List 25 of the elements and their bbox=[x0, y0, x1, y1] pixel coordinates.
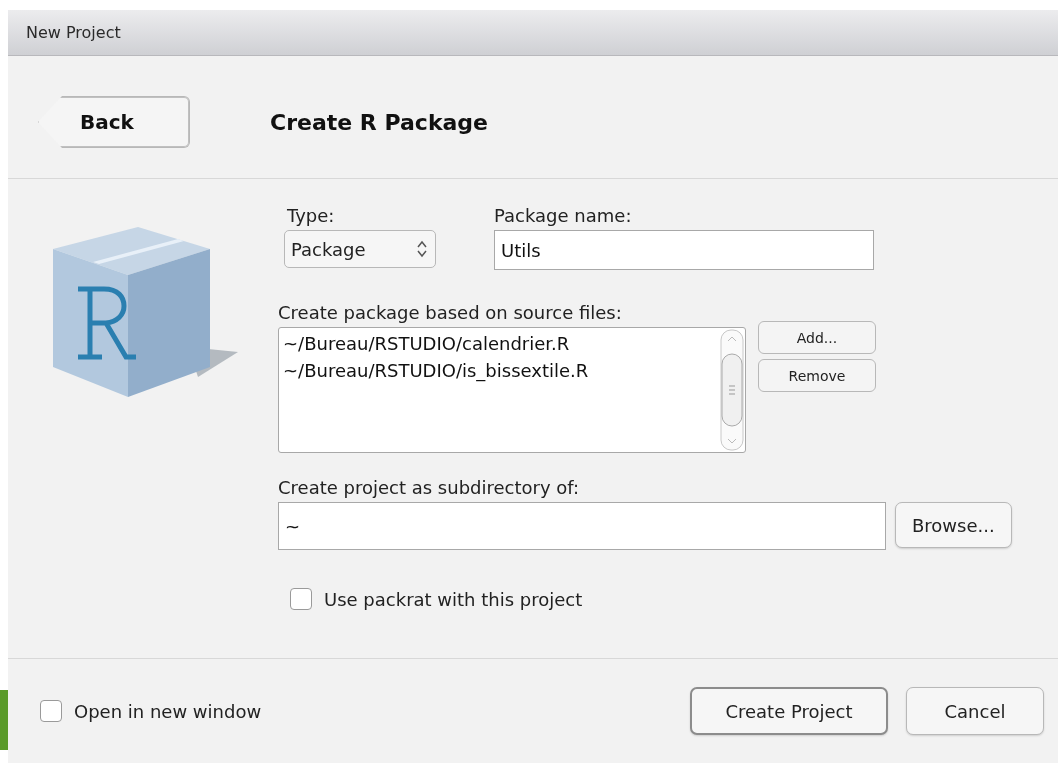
stepper-icon bbox=[417, 240, 427, 258]
scrollbar[interactable] bbox=[719, 328, 745, 452]
browse-button[interactable]: Browse... bbox=[895, 502, 1012, 548]
add-button[interactable]: Add... bbox=[758, 321, 876, 354]
checkbox-label: Use packrat with this project bbox=[324, 588, 583, 610]
create-project-button[interactable]: Create Project bbox=[690, 687, 888, 735]
field-label: Create project as subdirectory of: bbox=[278, 477, 581, 498]
field-label: Create package based on source files: bbox=[278, 302, 623, 323]
back-button[interactable]: Back bbox=[38, 96, 190, 148]
remove-button[interactable]: Remove bbox=[758, 359, 876, 392]
directory-field[interactable]: ~ bbox=[278, 502, 886, 550]
package-name-field[interactable]: Utils bbox=[494, 230, 874, 270]
list-item[interactable]: ~/Bureau/RSTUDIO/is_bissextile.R bbox=[283, 357, 715, 384]
page-title: Create R Package bbox=[270, 109, 489, 135]
checkbox-label: Open in new window bbox=[74, 700, 262, 722]
background-strip bbox=[0, 690, 8, 750]
field-label: Package name: bbox=[494, 205, 633, 226]
checkbox[interactable] bbox=[290, 588, 312, 610]
checkbox[interactable] bbox=[40, 700, 62, 722]
list-item[interactable]: ~/Bureau/RSTUDIO/calendrier.R bbox=[283, 330, 715, 357]
window-title: New Project bbox=[8, 10, 1058, 56]
type-select[interactable]: Package bbox=[284, 230, 436, 268]
cancel-button[interactable]: Cancel bbox=[906, 687, 1044, 735]
source-files-list[interactable]: ~/Bureau/RSTUDIO/calendrier.R ~/Bureau/RSTUDIO/is_bissextile.R bbox=[278, 327, 746, 453]
field-label: Type: bbox=[287, 205, 336, 226]
